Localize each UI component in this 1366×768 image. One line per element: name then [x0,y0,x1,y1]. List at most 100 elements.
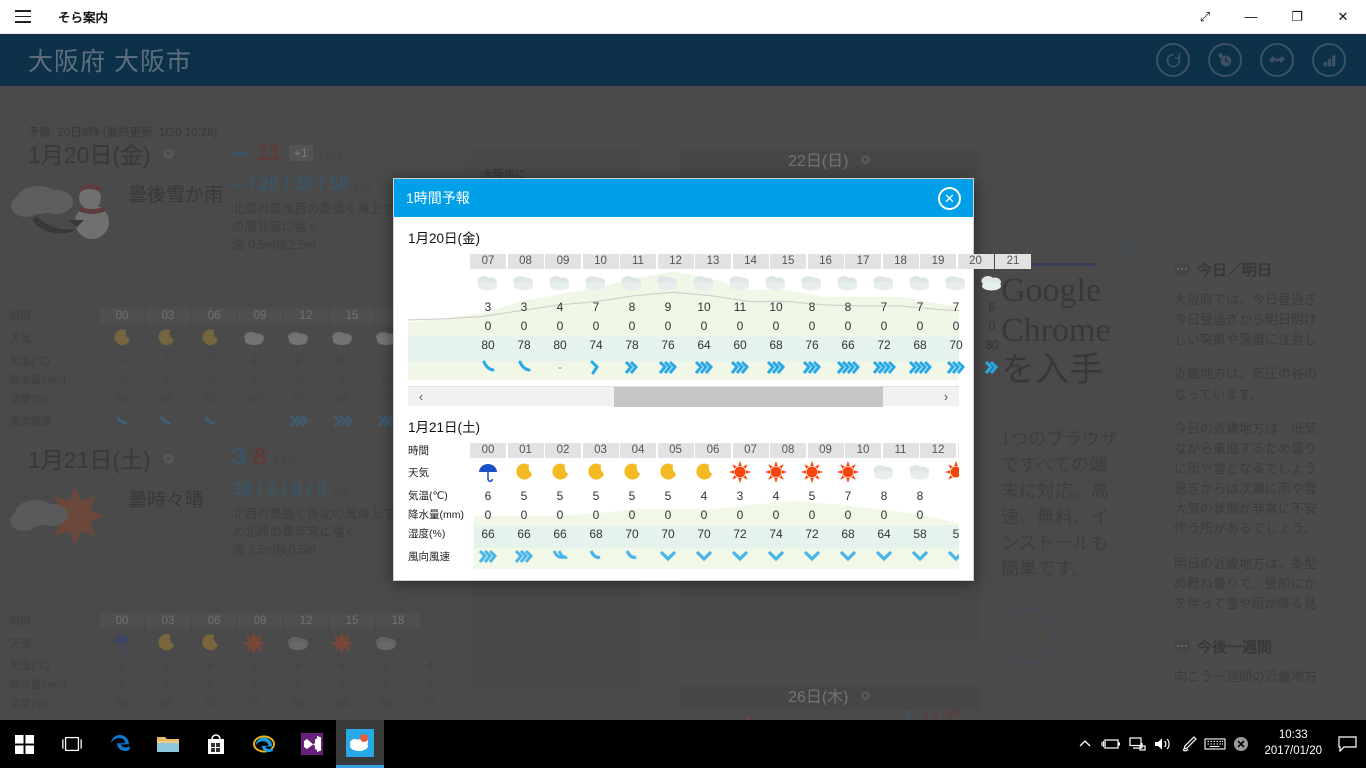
commentary-line: 向こう一週間の近畿地方 [1174,668,1318,684]
table-cell: 5 [664,488,672,503]
table-cell: 2 [162,354,170,367]
wind-arrow-icon [722,360,758,375]
refresh-icon[interactable] [1156,43,1190,77]
temp-high: 8 [252,443,267,471]
hamburger-icon[interactable] [0,0,46,34]
table-cell: 86 [159,392,173,405]
day-forecast-card-0[interactable]: 1月20日(金) --/11 +1 (℃) -- / 20 / 30 / 50 … [0,136,470,428]
table-cell: 08 [770,442,806,458]
chart-icon[interactable] [1312,43,1346,77]
wind-arrow-icon [578,548,614,564]
table-cell: 66 [553,526,567,541]
close-icon[interactable]: ✕ [1135,241,1148,255]
table-cell: 80 [985,337,999,352]
table-cell: 12 [284,612,328,629]
info-icon[interactable]: i [1119,241,1132,254]
day-temperature: 3 /11℃ [900,708,962,720]
internet-explorer-button[interactable] [240,720,288,768]
card-header-22[interactable]: 22日(日) [680,150,980,174]
battery-icon[interactable] [1098,720,1124,768]
wind-arrow-icon [758,548,794,564]
satellite-icon[interactable] [1260,43,1294,77]
edge-button[interactable] [96,720,144,768]
table-cell: 64 [697,337,711,352]
hourly-forecast-modal[interactable]: 1時間予報 ✕ 1月20日(金) 07 08 09 10 11 12 13 14… [393,178,1031,581]
table-cell: 0 [772,318,780,333]
visual-studio-button[interactable] [288,720,336,768]
chevron-left-icon[interactable]: ‹ [408,389,434,404]
card-header-26[interactable]: 26日(木) [680,686,980,710]
maximize-icon[interactable]: ❐ [1274,0,1320,34]
cloud-icon [578,273,614,293]
table-cell: 0 [520,318,528,333]
table-cell: 00 [100,612,144,629]
table2-date: 1月21日(土) [408,420,481,435]
table-cell: 80 [481,337,495,352]
moon-icon [650,461,686,483]
chevron-right-icon[interactable]: › [1001,609,1055,663]
gear-icon[interactable] [859,150,872,174]
table-cell: 0 [484,507,492,522]
pop-unit: (%) [354,181,372,193]
wind-arrow-icon [100,413,144,429]
notification-icon[interactable] [1332,720,1362,768]
ad-title[interactable]: Google Chrome を入手 [1001,271,1131,391]
table-cell: 0 [736,507,744,522]
day-temperature: 3/8 (℃) [232,443,295,472]
task-view-button[interactable] [48,720,96,768]
table-cell: 8 [808,299,816,314]
speech-bubble-icon [1174,263,1191,276]
table-cell: 10 [769,299,783,314]
file-explorer-button[interactable] [144,720,192,768]
hourly-table-1: 07 08 09 10 11 12 13 14 15 16 17 18 19 2… [408,253,1031,380]
table-cell: 70 [661,526,675,541]
clock[interactable]: 10:33 2017/01/20 [1254,728,1332,759]
sora-annai-button[interactable] [336,720,384,768]
error-icon[interactable] [1228,720,1254,768]
chevron-right-icon[interactable]: › [933,389,959,404]
gear-icon[interactable] [161,451,176,466]
table-cell: 6 [988,299,996,314]
table-cell: 0 [118,678,126,691]
close-icon[interactable]: ✕ [1320,0,1366,34]
gear-icon[interactable] [859,686,872,710]
scrollbar-track[interactable] [434,386,933,407]
commentary-line: 今日昼過ぎから明日明け [1174,312,1318,328]
keyboard-icon[interactable] [1202,720,1228,768]
wind-arrow-icon [506,360,542,375]
wind-arrow-icon [686,360,722,375]
modal-body: 1月20日(金) 07 08 09 10 11 12 13 14 15 16 1… [394,217,1031,569]
start-button[interactable] [0,720,48,768]
minimize-icon[interactable]: — [1228,0,1274,34]
pen-icon[interactable] [1176,720,1202,768]
table-cell: 4 [206,659,214,672]
close-icon[interactable]: ✕ [938,187,961,210]
table-cell: 72 [805,526,819,541]
ad-url[interactable]: google.co.jp [1001,586,1055,598]
chevron-up-icon[interactable] [1072,720,1098,768]
weather-clock-icon[interactable] [1208,43,1242,77]
day-temperature: --/11 +1 (℃) [232,138,341,167]
table-cell: 80 [553,337,567,352]
commentary-paragraph: 向こう一週間の近畿地方 [1174,667,1350,687]
table-cell: 5 [556,488,564,503]
wind-arrow-icon [578,360,614,375]
volume-icon[interactable] [1150,720,1176,768]
table-cell: 5 [808,488,816,503]
network-icon[interactable] [1124,720,1150,768]
day-hourly-table-1: 時間 00 03 06 09 12 15 18 天気 気温(℃) 6 5 4 5… [0,611,470,720]
wind-arrow-icon [902,548,938,564]
store-button[interactable] [192,720,240,768]
cloud-icon [614,273,650,293]
horizontal-scrollbar[interactable]: ‹ › [408,386,959,407]
scrollbar-thumb[interactable] [613,386,884,407]
wind-arrow-icon [866,360,902,375]
table-cell: 0 [916,507,924,522]
table-header-row: 07 08 09 10 11 12 13 14 15 16 17 18 19 2… [408,253,1031,269]
restore-down-icon[interactable]: ⤢ [1182,0,1228,34]
table-cell: 3 [736,488,744,503]
gear-icon[interactable] [161,146,176,161]
temp-separator: / [245,443,253,471]
cloud-icon [722,273,758,293]
row-label-wind: 風向風速 [10,415,52,428]
